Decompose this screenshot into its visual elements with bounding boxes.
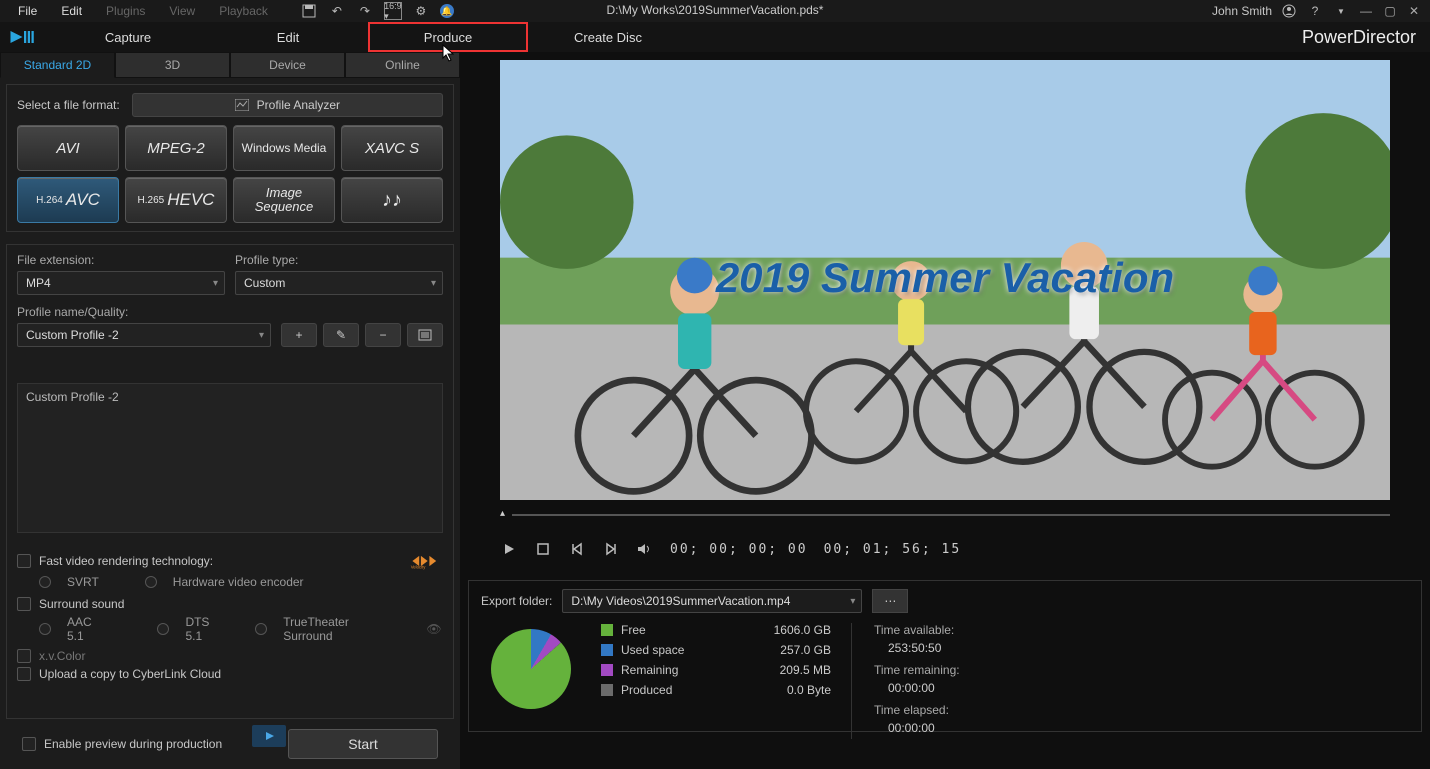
subtab-standard-2d[interactable]: Standard 2D [0,52,115,78]
tab-edit[interactable]: Edit [208,22,368,52]
hw-encoder-radio[interactable] [145,576,157,588]
surround-checkbox[interactable] [17,597,31,611]
profile-add-button[interactable]: + [281,323,317,347]
disk-usage-pie [491,629,571,709]
timecode-total: 00; 01; 56; 15 [824,542,962,557]
maximize-icon[interactable]: ▢ [1382,4,1398,18]
swatch-remaining [601,664,613,676]
format-h264[interactable]: H.264AVC [17,177,119,223]
disk-legend: Free1606.0 GB Used space257.0 GB Remaini… [601,623,831,739]
subtab-online[interactable]: Online [345,52,460,78]
profile-type-select[interactable]: Custom [235,271,443,295]
playhead-icon[interactable]: ▴ [500,508,505,519]
app-logo-icon [0,22,48,52]
subtab-device[interactable]: Device [230,52,345,78]
export-panel: Export folder: D:\My Videos\2019SummerVa… [468,580,1422,732]
profile-name-select[interactable]: Custom Profile -2 [17,323,271,347]
redo-icon[interactable]: ↷ [356,2,374,20]
aac-radio[interactable] [39,623,51,635]
notification-icon[interactable]: 🔔 [440,4,454,18]
produce-panel: Standard 2D 3D Device Online Select a fi… [0,52,460,769]
velocity-icon: Velocity [409,551,443,571]
playback-controls: 00; 00; 00; 00 00; 01; 56; 15 [500,536,1390,562]
start-button[interactable]: Start [288,729,438,759]
video-preview: 2019 Summer Vacation [500,60,1390,500]
brand-label: PowerDirector [1302,22,1430,52]
profile-description: Custom Profile -2 [17,383,443,533]
time-stats: Time available:253:50:50 Time remaining:… [851,623,960,739]
stop-icon[interactable] [534,540,552,558]
file-ext-label: File extension: [17,253,225,267]
tab-create-disc[interactable]: Create Disc [528,22,688,52]
swatch-used [601,644,613,656]
next-frame-icon[interactable] [602,540,620,558]
truetheater-radio[interactable] [255,623,267,635]
svrt-radio[interactable] [39,576,51,588]
surround-label: Surround sound [39,597,124,611]
tab-produce[interactable]: Produce [368,22,528,52]
profile-type-label: Profile type: [235,253,443,267]
undo-icon[interactable]: ↶ [328,2,346,20]
svg-text:Velocity: Velocity [411,565,427,570]
menu-plugins[interactable]: Plugins [96,2,155,20]
fast-render-label: Fast video rendering technology: [39,554,213,568]
format-mpeg2[interactable]: MPEG-2 [125,125,227,171]
subtab-3d[interactable]: 3D [115,52,230,78]
user-icon[interactable] [1280,2,1298,20]
xvcolor-label: x.v.Color [39,649,85,663]
file-ext-select[interactable]: MP4 [17,271,225,295]
document-path: D:\My Works\2019SummerVacation.pds* [607,3,824,17]
profile-analyzer-button[interactable]: Profile Analyzer [132,93,443,117]
menu-playback[interactable]: Playback [209,2,278,20]
start-play-icon [252,725,286,747]
format-h265[interactable]: H.265HEVC [125,177,227,223]
format-avi[interactable]: AVI [17,125,119,171]
preview-title-overlay: 2019 Summer Vacation [716,254,1174,302]
upload-cloud-checkbox[interactable] [17,667,31,681]
profile-delete-button[interactable]: − [365,323,401,347]
timecode-current: 00; 00; 00; 00 [670,542,808,557]
swatch-produced [601,684,613,696]
format-xavcs[interactable]: XAVC S [341,125,443,171]
tab-capture[interactable]: Capture [48,22,208,52]
xvcolor-checkbox[interactable] [17,649,31,663]
format-wmv[interactable]: Windows Media [233,125,335,171]
minimize-icon[interactable]: — [1358,4,1374,18]
menu-view[interactable]: View [159,2,205,20]
fast-render-checkbox[interactable] [17,554,31,568]
upload-cloud-label: Upload a copy to CyberLink Cloud [39,667,221,681]
aspect-ratio-icon[interactable]: 16:9 ▾ [384,2,402,20]
preview-pane: 2019 Summer Vacation ▴ 00; 00; 00; 00 00… [460,52,1430,769]
menu-file[interactable]: File [8,2,47,20]
dts-radio[interactable] [157,623,169,635]
enable-preview-label: Enable preview during production [44,737,222,751]
close-icon[interactable]: ✕ [1406,4,1422,18]
select-format-label: Select a file format: [17,98,120,112]
timeline[interactable]: ▴ [500,508,1390,522]
export-path-field[interactable]: D:\My Videos\2019SummerVacation.mp4 [562,589,862,613]
profile-name-label: Profile name/Quality: [17,305,443,319]
format-audio[interactable]: ♪♪ [341,177,443,223]
profile-edit-button[interactable]: ✎ [323,323,359,347]
menu-edit[interactable]: Edit [51,2,92,20]
help-icon[interactable]: ? [1306,2,1324,20]
browse-button[interactable]: ⋯ [872,589,908,613]
export-folder-label: Export folder: [481,594,552,608]
user-name[interactable]: John Smith [1212,4,1272,18]
gear-icon[interactable]: ⚙ [412,2,430,20]
dropdown-icon[interactable]: ▼ [1332,2,1350,20]
analyzer-icon [235,99,249,111]
prev-frame-icon[interactable] [568,540,586,558]
enable-preview-checkbox[interactable] [22,737,36,751]
format-image-seq[interactable]: ImageSequence [233,177,335,223]
play-icon[interactable] [500,540,518,558]
module-tabs: Capture Edit Produce Create Disc PowerDi… [0,22,1430,52]
profile-details-button[interactable] [407,323,443,347]
surround-preview-icon[interactable]: 👁 [425,620,443,638]
volume-icon[interactable] [636,540,654,558]
save-icon[interactable] [300,2,318,20]
swatch-free [601,624,613,636]
